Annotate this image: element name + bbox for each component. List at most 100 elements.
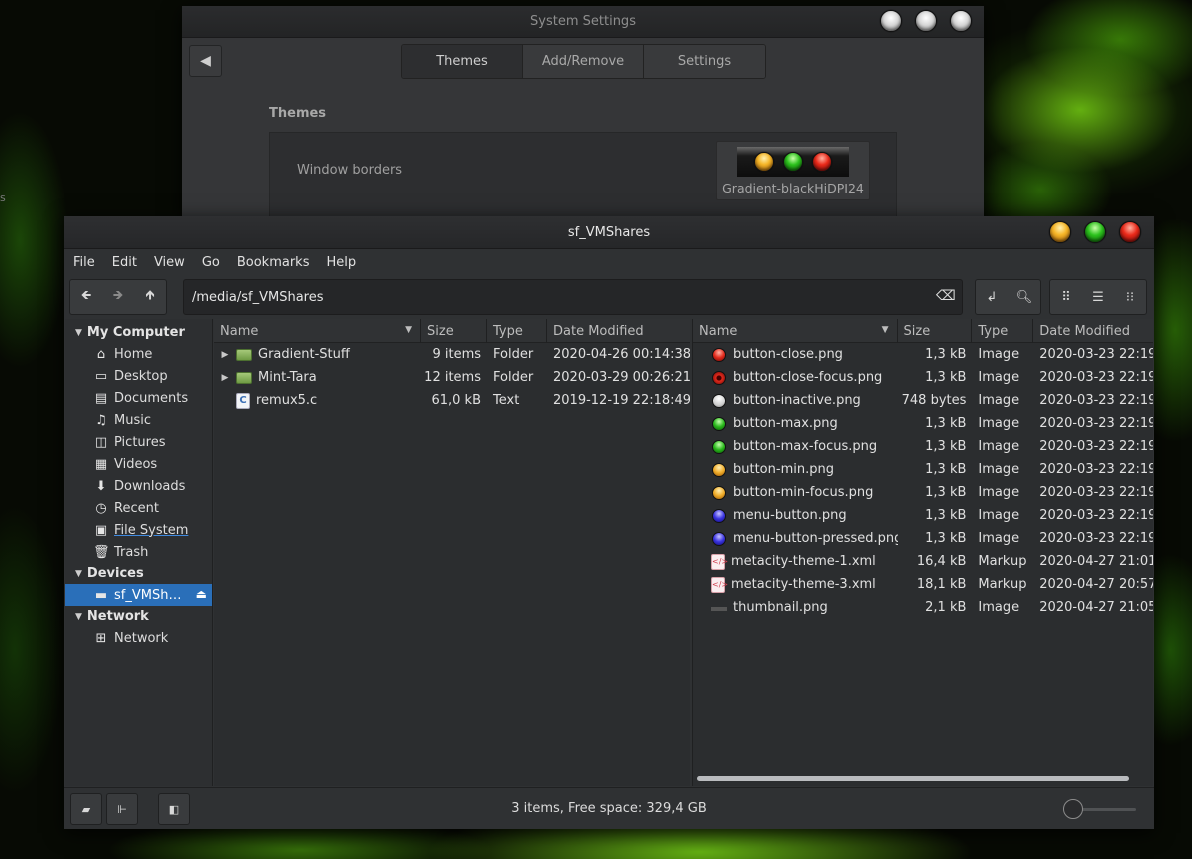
expander-right-icon[interactable]: ▶	[218, 373, 232, 383]
table-row[interactable]: ▶ Mint-Tara 12 items Folder 2020-03-29 00:26…	[214, 366, 690, 389]
clear-location-icon[interactable]: ⌫	[936, 288, 956, 306]
column-header-name[interactable]: Name ▼	[693, 319, 898, 343]
list-icon: ☰	[1092, 289, 1104, 305]
sidebar-item-documents[interactable]: ▤ Documents	[65, 387, 212, 409]
tab-add-remove[interactable]: Add/Remove	[523, 45, 644, 78]
table-row[interactable]: Cremux5.c 61,0 kB Text 2019-12-19 22:18:49	[214, 389, 690, 412]
up-nav-button[interactable]: 🡹	[134, 280, 166, 314]
sidebar-item-label: Pictures	[114, 434, 166, 450]
horizontal-scrollbar[interactable]	[697, 776, 1129, 781]
icon-view-button[interactable]: ⠿	[1050, 280, 1082, 314]
column-header-type[interactable]: Type	[487, 319, 547, 343]
eject-icon[interactable]: ⏏	[196, 587, 207, 601]
menu-edit[interactable]: Edit	[112, 255, 137, 270]
expander-right-icon[interactable]: ▶	[218, 350, 232, 360]
table-row[interactable]: button-close.png 1,3 kB Image 2020-03-23 22…	[693, 343, 1153, 366]
toggle-location-button[interactable]: ↲	[976, 280, 1008, 314]
expander-down-icon: ▼	[75, 568, 82, 579]
menu-bookmarks[interactable]: Bookmarks	[237, 255, 310, 270]
column-header-date-modified[interactable]: Date Modified	[1033, 319, 1153, 343]
table-row[interactable]: menu-button.png 1,3 kB Image 2020-03-23 22:…	[693, 504, 1153, 527]
column-header-type[interactable]: Type	[972, 319, 1034, 343]
grid-icon: ⠿	[1061, 289, 1071, 305]
cell-type: Image	[978, 600, 1020, 615]
zoom-slider-track[interactable]	[1076, 808, 1136, 811]
table-row[interactable]: ▶ Gradient-Stuff 9 items Folder 2020-04-26 0…	[214, 343, 690, 366]
sidebar-item-label: Home	[114, 346, 153, 362]
file-name: metacity-theme-3.xml	[731, 577, 876, 592]
menu-file[interactable]: File	[73, 255, 95, 270]
tab-settings[interactable]: Settings	[644, 45, 765, 78]
menu-help[interactable]: Help	[326, 255, 356, 270]
cell-name: menu-button-pressed.png	[693, 531, 898, 546]
forward-nav-button[interactable]: 🡺	[102, 280, 134, 314]
column-header-size[interactable]: Size	[898, 319, 973, 343]
sidebar-item-home[interactable]: ⌂ Home	[65, 343, 212, 365]
sidebar-item-pictures[interactable]: ◫ Pictures	[65, 431, 212, 453]
right-file-pane[interactable]: Name ▼ Size Type Date Modified button-clo…	[692, 319, 1153, 786]
settings-minimize-button[interactable]	[880, 10, 902, 32]
sidebar-header-label: Devices	[86, 566, 144, 581]
sidebar-item-recent[interactable]: ◷ Recent	[65, 497, 212, 519]
table-row[interactable]: button-close-focus.png 1,3 kB Image 2020-03…	[693, 366, 1153, 389]
back-nav-button[interactable]: 🡸	[70, 280, 102, 314]
sidebar-item-music[interactable]: ♫ Music	[65, 409, 212, 431]
table-row[interactable]: </> metacity-theme-3.xml 18,1 kB Markup 2020…	[693, 573, 1153, 596]
table-row[interactable]: button-max.png 1,3 kB Image 2020-03-23 22:1…	[693, 412, 1153, 435]
file-manager-titlebar[interactable]: sf_VMShares	[64, 216, 1154, 249]
left-file-pane[interactable]: Name ▼ Size Type Date Modified ▶ Gradient-…	[214, 319, 690, 786]
settings-titlebar[interactable]: System Settings	[182, 6, 984, 38]
expander-down-icon: ▼	[75, 327, 82, 338]
table-row[interactable]: </> metacity-theme-1.xml 16,4 kB Markup 2020…	[693, 550, 1153, 573]
table-row[interactable]: button-min-focus.png 1,3 kB Image 2020-03-2…	[693, 481, 1153, 504]
pictures-icon: ◫	[94, 434, 108, 450]
sidebar-item-network[interactable]: ⊞ Network	[65, 627, 212, 649]
minimize-button[interactable]	[1049, 221, 1071, 243]
maximize-button[interactable]	[1084, 221, 1106, 243]
xml-file-icon: </>	[711, 576, 728, 593]
cell-size: 18,1 kB	[916, 577, 967, 592]
sidebar-item-trash[interactable]: 🗑︎ Trash	[65, 541, 212, 563]
sidebar-header-network[interactable]: ▼ Network	[65, 606, 212, 627]
compact-icon: ⁝⁝	[1125, 289, 1135, 305]
table-row[interactable]: button-min.png 1,3 kB Image 2020-03-23 22:1…	[693, 458, 1153, 481]
menu-go[interactable]: Go	[202, 255, 220, 270]
column-header-date-modified[interactable]: Date Modified	[547, 319, 690, 343]
cell-type: Image	[978, 347, 1020, 362]
statusbar: ▰ ⊩ ◧ 3 items, Free space: 329,4 GB	[64, 787, 1154, 829]
table-row[interactable]: button-max-focus.png 1,3 kB Image 2020-03-2…	[693, 435, 1153, 458]
sidebar-item-desktop[interactable]: ▭ Desktop	[65, 365, 212, 387]
cell-date-modified: 2020-03-23 22:19:	[1039, 347, 1153, 362]
menu-view[interactable]: View	[154, 255, 185, 270]
table-row[interactable]: button-inactive.png 748 bytes Image 2020-03…	[693, 389, 1153, 412]
tab-themes[interactable]: Themes	[402, 45, 523, 78]
settings-close-button[interactable]	[950, 10, 972, 32]
window-borders-label: Window borders	[297, 163, 403, 178]
zoom-slider-handle[interactable]	[1063, 799, 1083, 819]
table-row[interactable]: menu-button-pressed.png 1,3 kB Image 2020-0…	[693, 527, 1153, 550]
cell-name: menu-button.png	[693, 508, 898, 523]
location-bar[interactable]: /media/sf_VMShares ⌫	[183, 279, 963, 315]
column-header-name[interactable]: Name ▼	[214, 319, 421, 343]
sidebar-item-downloads[interactable]: ⬇ Downloads	[65, 475, 212, 497]
settings-maximize-button[interactable]	[915, 10, 937, 32]
search-button[interactable]: 🔍︎	[1008, 280, 1040, 314]
back-button[interactable]: ◀	[189, 45, 222, 77]
sidebar-item-sf-vmshares[interactable]: ▬ sf_VMSh… ⏏	[65, 584, 212, 606]
cell-name: Cremux5.c	[214, 392, 421, 409]
column-header-size[interactable]: Size	[421, 319, 487, 343]
list-view-button[interactable]: ☰	[1082, 280, 1114, 314]
sidebar-header-my-computer[interactable]: ▼ My Computer	[65, 322, 212, 343]
compact-view-button[interactable]: ⁝⁝	[1114, 280, 1146, 314]
sidebar-item-file-system[interactable]: ▣ File System	[65, 519, 212, 541]
sidebar-item-videos[interactable]: ▦ Videos	[65, 453, 212, 475]
close-button[interactable]	[1119, 221, 1141, 243]
cell-type: Image	[978, 508, 1020, 523]
sidebar-header-devices[interactable]: ▼ Devices	[65, 563, 212, 584]
music-icon: ♫	[95, 412, 107, 428]
preview-maximize-icon	[783, 152, 803, 172]
window-borders-theme-button[interactable]: Gradient-blackHiDPI24	[716, 141, 870, 200]
navigation-buttons: 🡸 🡺 🡹	[69, 279, 167, 315]
cell-date-modified: 2020-04-27 21:05:	[1039, 600, 1153, 615]
table-row[interactable]: thumbnail.png 2,1 kB Image 2020-04-27 21:05…	[693, 596, 1153, 619]
